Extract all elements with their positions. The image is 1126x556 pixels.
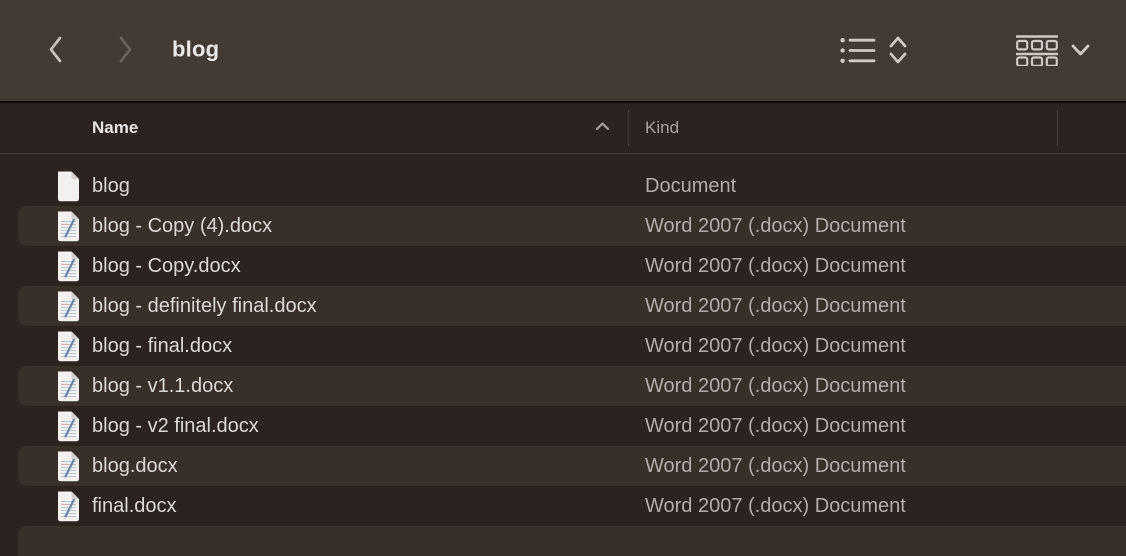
toolbar: blog: [0, 0, 1126, 103]
group-by-icon: [1016, 35, 1058, 69]
file-name-cell: blog - v1.1.docx: [0, 371, 645, 402]
file-kind: Word 2007 (.docx) Document: [645, 495, 1126, 518]
file-row[interactable]: blog - v2 final.docx Word 2007 (.docx) D…: [0, 406, 1126, 446]
column-header-name[interactable]: Name: [92, 118, 138, 138]
file-row[interactable]: blog.docx Word 2007 (.docx) Document: [0, 446, 1126, 486]
document-icon: [55, 331, 81, 362]
document-icon: [55, 491, 81, 522]
chevron-left-icon: [47, 35, 64, 67]
file-row[interactable]: final.docx Word 2007 (.docx) Document: [0, 486, 1126, 526]
file-name: final.docx: [92, 495, 177, 518]
sort-ascending-icon: [594, 119, 611, 137]
document-icon: [55, 251, 81, 282]
document-icon: [55, 171, 81, 202]
column-resize-handle[interactable]: [1057, 110, 1058, 146]
finder-window: blog: [0, 0, 1126, 556]
file-kind: Word 2007 (.docx) Document: [645, 295, 1126, 318]
document-icon: [55, 411, 81, 442]
file-kind: Word 2007 (.docx) Document: [645, 335, 1126, 358]
file-name-cell: final.docx: [0, 491, 645, 522]
file-name: blog - Copy (4).docx: [92, 215, 272, 238]
file-kind: Word 2007 (.docx) Document: [645, 415, 1126, 438]
file-list: blog Document blog - Copy (4).docx Word …: [0, 154, 1126, 556]
file-kind: Document: [645, 175, 1126, 198]
file-name-cell: blog: [0, 171, 645, 202]
file-row[interactable]: blog - v1.1.docx Word 2007 (.docx) Docum…: [0, 366, 1126, 406]
file-row[interactable]: blog - Copy (4).docx Word 2007 (.docx) D…: [0, 206, 1126, 246]
file-name: blog: [92, 175, 130, 198]
file-name-cell: blog.docx: [0, 451, 645, 482]
document-icon: [55, 371, 81, 402]
window-title: blog: [172, 36, 219, 62]
file-name: blog - final.docx: [92, 335, 232, 358]
file-row[interactable]: blog - definitely final.docx Word 2007 (…: [0, 286, 1126, 326]
file-name: blog - definitely final.docx: [92, 295, 317, 318]
file-kind: Word 2007 (.docx) Document: [645, 255, 1126, 278]
forward-button[interactable]: [112, 36, 138, 66]
file-row[interactable]: blog Document: [0, 166, 1126, 206]
file-name-cell: blog - Copy (4).docx: [0, 211, 645, 242]
file-kind: Word 2007 (.docx) Document: [645, 455, 1126, 478]
file-name: blog - v1.1.docx: [92, 375, 233, 398]
file-row[interactable]: blog - final.docx Word 2007 (.docx) Docu…: [0, 326, 1126, 366]
document-icon: [55, 291, 81, 322]
file-name: blog - v2 final.docx: [92, 415, 259, 438]
view-mode-button[interactable]: [840, 34, 908, 69]
file-name-cell: blog - v2 final.docx: [0, 411, 645, 442]
column-header-kind[interactable]: Kind: [645, 118, 679, 138]
file-name-cell: blog - definitely final.docx: [0, 291, 645, 322]
chevron-down-icon: [1070, 43, 1091, 60]
column-header-row: Name Kind: [0, 103, 1126, 154]
chevron-right-icon: [117, 35, 134, 67]
file-name: blog.docx: [92, 455, 178, 478]
up-down-chevrons-icon: [888, 34, 908, 69]
back-button[interactable]: [42, 36, 68, 66]
file-name-cell: blog - Copy.docx: [0, 251, 645, 282]
column-resize-handle[interactable]: [628, 110, 629, 146]
empty-row: [0, 526, 1126, 556]
file-name: blog - Copy.docx: [92, 255, 241, 278]
group-by-button[interactable]: [1016, 35, 1091, 69]
list-view-icon: [840, 37, 876, 67]
file-name-cell: blog - final.docx: [0, 331, 645, 362]
file-kind: Word 2007 (.docx) Document: [645, 215, 1126, 238]
document-icon: [55, 211, 81, 242]
document-icon: [55, 451, 81, 482]
file-row[interactable]: blog - Copy.docx Word 2007 (.docx) Docum…: [0, 246, 1126, 286]
file-kind: Word 2007 (.docx) Document: [645, 375, 1126, 398]
